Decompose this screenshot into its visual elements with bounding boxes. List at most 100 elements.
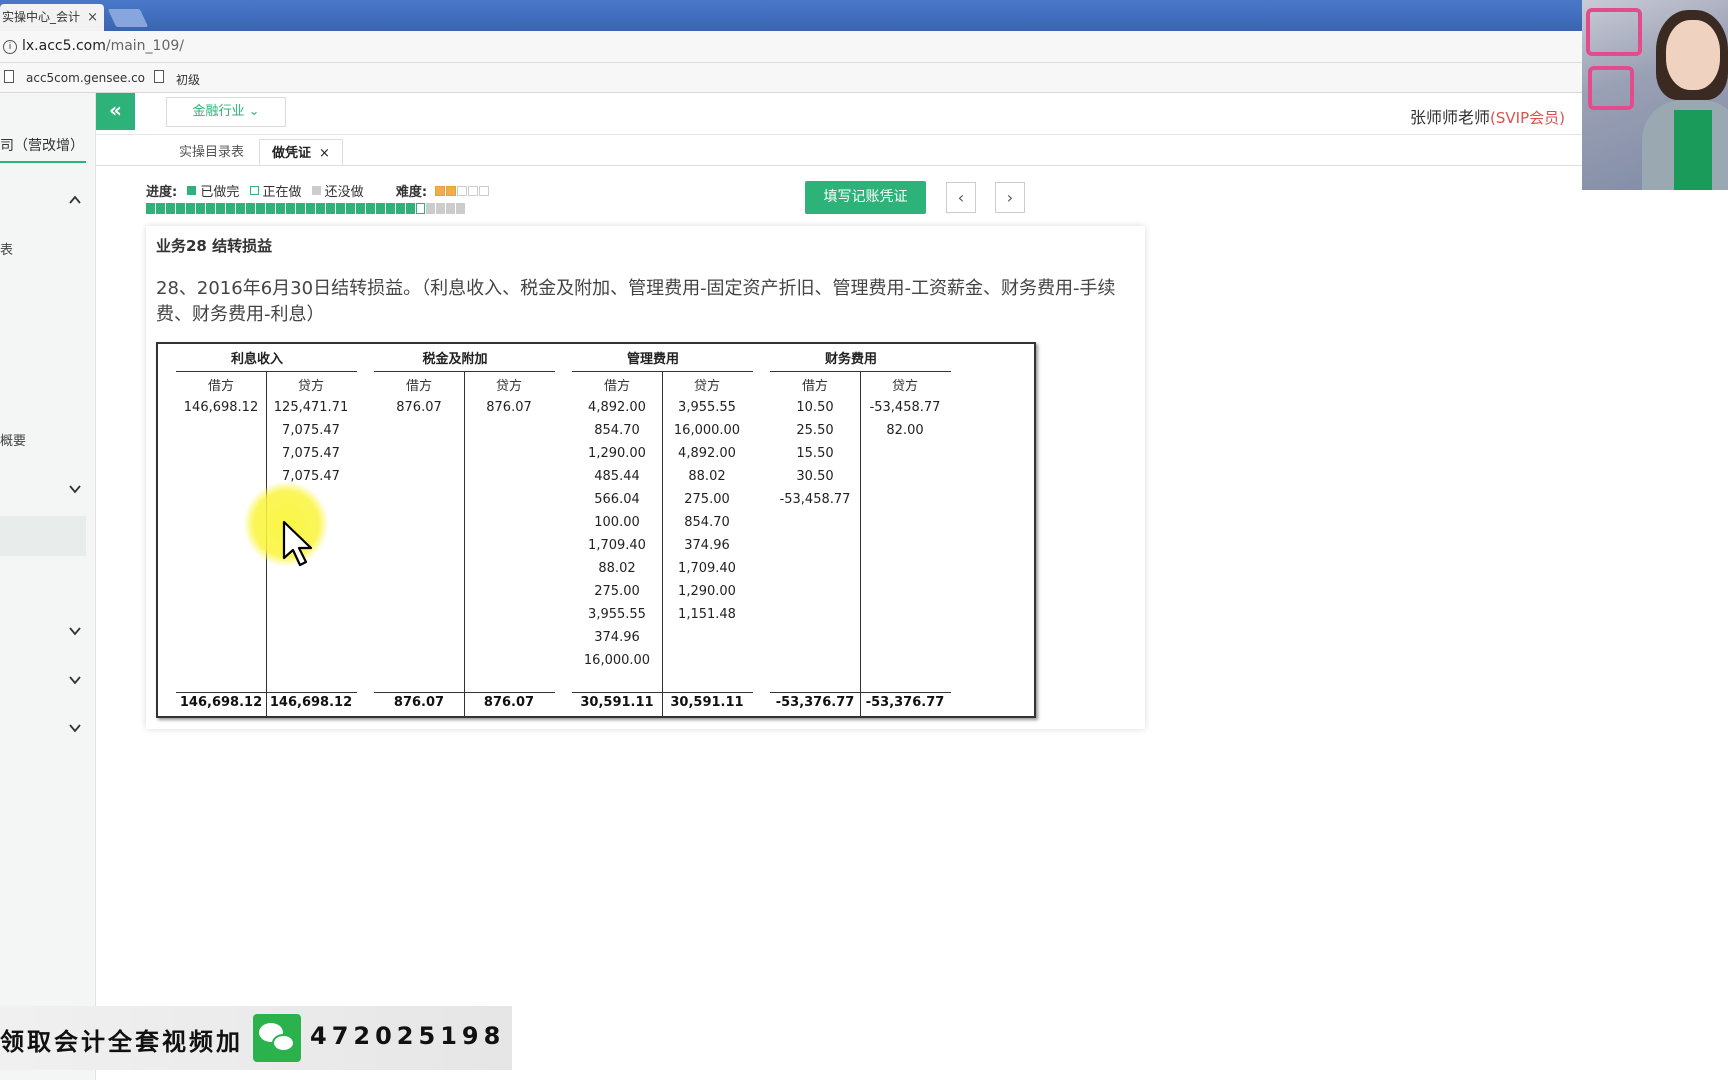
sidebar-company-title[interactable]: 司（营改增） xyxy=(0,135,86,163)
sidebar-item-summary[interactable]: 概要 xyxy=(0,430,26,449)
progress-step[interactable] xyxy=(456,203,465,214)
done-legend-swatch xyxy=(187,186,197,195)
account-name: 财务费用 xyxy=(824,352,877,367)
progress-step[interactable] xyxy=(446,203,455,214)
progress-step[interactable] xyxy=(396,203,405,214)
debit-entry: -53,458.77 xyxy=(779,492,851,507)
user-name: 张师师老师 xyxy=(1410,108,1491,127)
progress-step[interactable] xyxy=(256,203,265,214)
progress-step[interactable] xyxy=(336,203,345,214)
debit-entries: 10.50 25.50 15.50 30.50 -53,458.77 xyxy=(770,396,860,511)
progress-step[interactable] xyxy=(176,203,185,214)
close-icon[interactable]: × xyxy=(87,4,98,31)
progress-step[interactable] xyxy=(306,203,315,214)
url-host: lx.acc5.com xyxy=(22,38,106,54)
tab-voucher-label: 做凭证 xyxy=(272,146,312,161)
debit-entry: 88.02 xyxy=(598,561,636,576)
progress-step[interactable] xyxy=(206,203,215,214)
debit-entry: 15.50 xyxy=(796,446,834,461)
progress-step[interactable] xyxy=(156,203,165,214)
credit-entry: 876.07 xyxy=(486,400,532,415)
browser-tab-bar: 实操中心_会计 × xyxy=(0,0,1728,31)
next-button[interactable]: › xyxy=(995,182,1025,213)
progress-step[interactable] xyxy=(356,203,365,214)
progress-step[interactable] xyxy=(386,203,395,214)
fill-voucher-button[interactable]: 填写记账凭证 xyxy=(805,181,926,214)
progress-step[interactable] xyxy=(406,203,415,214)
progress-step[interactable] xyxy=(366,203,375,214)
debit-entries: 146,698.12 xyxy=(176,396,266,419)
progress-step[interactable] xyxy=(436,203,445,214)
tab-voucher[interactable]: 做凭证 × xyxy=(259,139,343,166)
chevron-down-icon[interactable] xyxy=(68,482,82,496)
doing-legend-label: 正在做 xyxy=(262,185,302,200)
progress-step[interactable] xyxy=(346,203,355,214)
debit-entry: 16,000.00 xyxy=(583,653,651,668)
bookmark-chuji[interactable]: 初级 xyxy=(176,71,200,88)
browser-tab[interactable]: 实操中心_会计 × xyxy=(0,4,104,31)
address-bar[interactable]: i lx.acc5.com/main_109/ xyxy=(0,31,1728,63)
debit-entries: 4,892.00 854.70 1,290.00 485.44 566.04 100.00… xyxy=(572,396,662,672)
account-name: 管理费用 xyxy=(626,352,679,367)
difficulty-label: 难度: xyxy=(395,185,428,200)
progress-step[interactable] xyxy=(186,203,195,214)
industry-dropdown[interactable]: 金融行业 ⌄ xyxy=(166,97,286,127)
progress-step[interactable] xyxy=(146,203,155,214)
collapse-sidebar-button[interactable]: « xyxy=(96,93,135,130)
chevron-up-icon[interactable] xyxy=(68,193,82,207)
credit-entry: 374.96 xyxy=(684,538,730,553)
debit-entry: 3,955.55 xyxy=(588,607,646,622)
progress-step[interactable] xyxy=(196,203,205,214)
promo-banner: 领取会计全套视频加 472025198 xyxy=(0,1006,512,1070)
prev-button[interactable]: ‹ xyxy=(946,182,976,213)
url-path: /main_109/ xyxy=(105,38,184,54)
credit-entry: 82.00 xyxy=(886,423,924,438)
progress-step[interactable] xyxy=(266,203,275,214)
user-info[interactable]: 张师师老师(SVIP会员) xyxy=(1410,104,1565,128)
debit-entry: 374.96 xyxy=(594,630,640,645)
task-card: 业务28 结转损益 28、2016年6月30日结转损益。（利息收入、税金及附加、… xyxy=(146,226,1145,729)
difficulty-stars xyxy=(435,183,490,198)
progress-step[interactable] xyxy=(376,203,385,214)
info-icon[interactable]: i xyxy=(3,40,17,54)
progress-step[interactable] xyxy=(276,203,285,214)
tab-catalog-label: 实操目录表 xyxy=(179,145,245,160)
credit-entry: 88.02 xyxy=(688,469,726,484)
progress-step[interactable] xyxy=(236,203,245,214)
chevron-down-icon[interactable] xyxy=(68,624,82,638)
sidebar: 司（营改增） 表 概要 xyxy=(0,93,96,1080)
todo-legend-swatch xyxy=(311,186,321,195)
progress-step[interactable] xyxy=(166,203,175,214)
close-icon[interactable]: × xyxy=(319,146,330,161)
debit-total: -53,376.77 xyxy=(775,695,855,710)
progress-step[interactable] xyxy=(326,203,335,214)
credit-entry: 1,709.40 xyxy=(678,561,736,576)
bookmark-gensee[interactable]: acc5com.gensee.co xyxy=(26,71,145,85)
new-tab-button[interactable] xyxy=(107,9,149,27)
sidebar-item-active[interactable] xyxy=(0,516,86,556)
progress-step[interactable] xyxy=(226,203,235,214)
tab-catalog[interactable]: 实操目录表 xyxy=(167,139,256,166)
progress-step[interactable] xyxy=(426,203,435,214)
t-account: 财务费用 借方 贷方 10.50 25.50 15.50 30.50 -53,458.77 -5… xyxy=(752,344,951,716)
presenter-face xyxy=(1666,20,1720,90)
progress-step[interactable] xyxy=(296,203,305,214)
progress-step[interactable] xyxy=(316,203,325,214)
divider xyxy=(96,134,1728,135)
credit-total: 146,698.12 xyxy=(269,695,353,710)
chevron-down-icon[interactable] xyxy=(68,721,82,735)
credit-header: 贷方 xyxy=(495,379,522,394)
progress-step[interactable] xyxy=(216,203,225,214)
credit-entry: 3,955.55 xyxy=(678,400,736,415)
progress-step[interactable] xyxy=(286,203,295,214)
progress-step[interactable] xyxy=(246,203,255,214)
presenter-scarf xyxy=(1674,110,1712,190)
promo-text: 领取会计全套视频加 xyxy=(0,1028,243,1056)
url-text[interactable]: lx.acc5.com/main_109/ xyxy=(22,38,184,54)
credit-entry: 7,075.47 xyxy=(282,423,340,438)
progress-step[interactable] xyxy=(416,203,425,214)
credit-entries: 125,471.71 7,075.47 7,075.47 7,075.47 xyxy=(266,396,356,488)
account-rule xyxy=(464,371,465,716)
chevron-down-icon[interactable] xyxy=(68,673,82,687)
sidebar-item-table[interactable]: 表 xyxy=(0,239,13,258)
